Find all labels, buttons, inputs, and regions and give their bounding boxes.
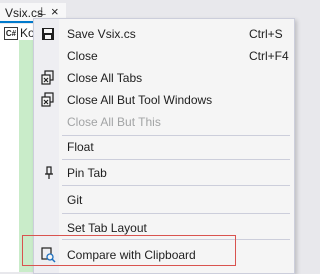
menu-item-close-all-but-tool-windows[interactable]: Close All But Tool Windows <box>34 89 294 111</box>
csharp-file-icon: C# <box>4 27 18 40</box>
menu-item-save[interactable]: Save Vsix.cs Ctrl+S <box>34 23 294 45</box>
tab-close-icon[interactable]: × <box>51 4 59 19</box>
menu-item-shortcut: Ctrl+F4 <box>249 49 289 63</box>
menu-item-shortcut: Ctrl+S <box>249 27 283 41</box>
pin-icon <box>45 166 53 179</box>
tab-pin-icon[interactable]: ⊥ <box>37 5 47 18</box>
save-icon <box>42 28 54 40</box>
menu-item-float[interactable]: Float <box>34 136 294 158</box>
menu-item-label: Float <box>67 140 94 154</box>
highlight-annotation <box>22 235 236 266</box>
menu-item-label: Close <box>67 49 98 63</box>
menu-item-git[interactable]: Git <box>34 189 294 211</box>
menu-item-label: Close All Tabs <box>67 71 143 85</box>
menu-item-close-all-but-this: Close All But This <box>34 111 294 133</box>
menu-item-label: Git <box>67 193 83 207</box>
menu-item-label: Close All But This <box>67 115 161 129</box>
menu-separator <box>62 213 290 214</box>
close-all-tabs-icon <box>41 70 54 85</box>
menu-item-label: Save Vsix.cs <box>67 27 136 41</box>
menu-separator <box>62 159 290 160</box>
menu-item-label: Close All But Tool Windows <box>67 93 213 107</box>
menu-item-close-all-tabs[interactable]: Close All Tabs <box>34 67 294 89</box>
menu-separator <box>62 185 290 186</box>
menu-item-close[interactable]: Close Ctrl+F4 <box>34 45 294 67</box>
menu-item-label: Set Tab Layout <box>67 221 147 235</box>
menu-item-pin-tab[interactable]: Pin Tab <box>34 162 294 184</box>
close-all-but-tool-windows-icon <box>41 92 54 107</box>
menu-item-label: Pin Tab <box>67 166 107 180</box>
